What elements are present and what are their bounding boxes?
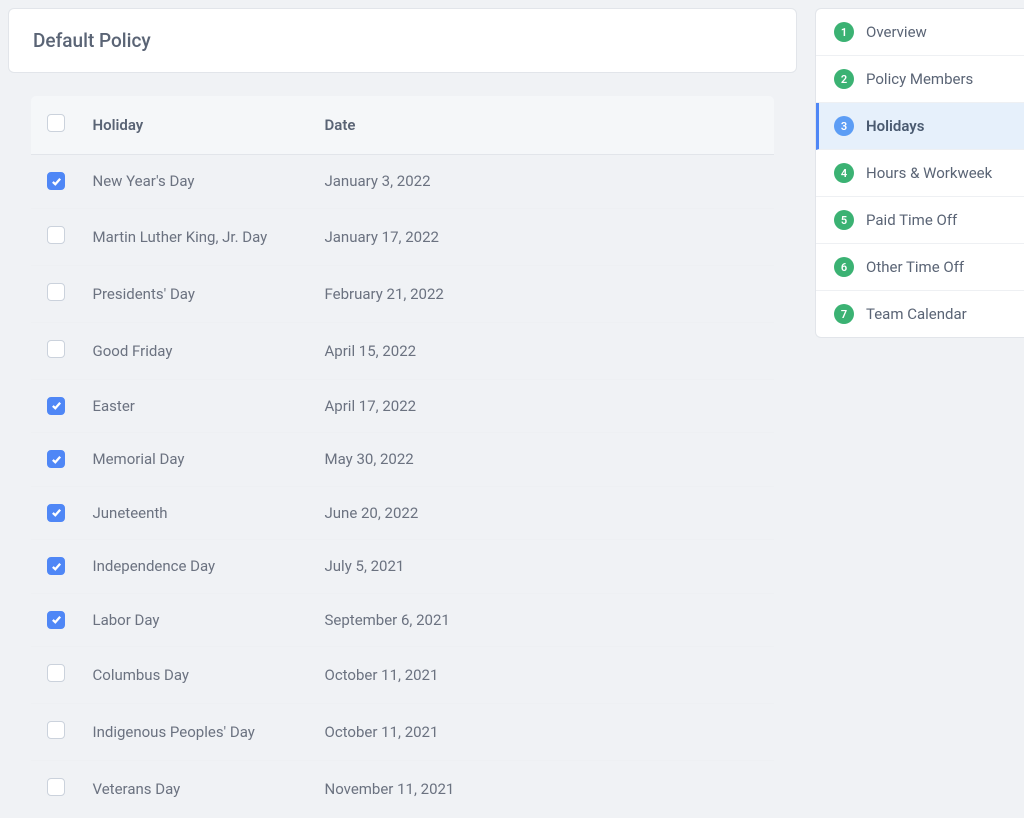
row-holiday-name: Columbus Day	[77, 647, 309, 704]
main-content: Default Policy Holiday Date New Year's	[0, 0, 805, 785]
holidays-table: Holiday Date New Year's DayJanuary 3, 20…	[30, 95, 775, 818]
row-checkbox[interactable]	[47, 611, 65, 629]
policy-title: Default Policy	[33, 29, 772, 52]
row-checkbox-cell	[31, 379, 77, 433]
policy-title-card: Default Policy	[8, 8, 797, 73]
row-holiday-date: September 6, 2021	[309, 593, 775, 647]
row-holiday-name: Independence Day	[77, 540, 309, 594]
nav-badge: 1	[834, 22, 854, 42]
row-holiday-date: April 17, 2022	[309, 379, 775, 433]
row-checkbox[interactable]	[47, 172, 65, 190]
table-row: Independence DayJuly 5, 2021	[31, 540, 775, 594]
row-holiday-name: Good Friday	[77, 322, 309, 379]
header-date: Date	[309, 96, 775, 155]
table-row: JuneteenthJune 20, 2022	[31, 486, 775, 540]
row-checkbox-cell	[31, 593, 77, 647]
row-holiday-date: June 20, 2022	[309, 486, 775, 540]
nav-item-other-time-off[interactable]: 6 Other Time Off	[816, 244, 1024, 291]
row-checkbox-cell	[31, 265, 77, 322]
row-holiday-date: October 11, 2021	[309, 647, 775, 704]
row-checkbox[interactable]	[47, 778, 65, 796]
row-checkbox[interactable]	[47, 450, 65, 468]
row-checkbox[interactable]	[47, 721, 65, 739]
nav-label: Overview	[866, 23, 927, 41]
row-holiday-date: May 30, 2022	[309, 433, 775, 487]
table-row: Columbus DayOctober 11, 2021	[31, 647, 775, 704]
nav-badge: 6	[834, 257, 854, 277]
table-row: Martin Luther King, Jr. DayJanuary 17, 2…	[31, 208, 775, 265]
nav-label: Hours & Workweek	[866, 164, 992, 182]
nav-item-holidays[interactable]: 3 Holidays	[816, 103, 1024, 150]
holidays-table-wrap: Holiday Date New Year's DayJanuary 3, 20…	[30, 95, 775, 818]
row-holiday-date: January 3, 2022	[309, 155, 775, 209]
nav-badge: 7	[834, 304, 854, 324]
row-checkbox[interactable]	[47, 340, 65, 358]
nav-badge: 3	[834, 116, 854, 136]
row-checkbox-cell	[31, 433, 77, 487]
nav-item-paid-time-off[interactable]: 5 Paid Time Off	[816, 197, 1024, 244]
row-checkbox[interactable]	[47, 397, 65, 415]
nav-item-overview[interactable]: 1 Overview	[816, 9, 1024, 56]
row-holiday-date: January 17, 2022	[309, 208, 775, 265]
row-holiday-name: Easter	[77, 379, 309, 433]
table-row: Memorial DayMay 30, 2022	[31, 433, 775, 487]
sidebar: 1 Overview 2 Policy Members 3 Holidays 4 Hours …	[805, 0, 1024, 785]
row-holiday-date: October 11, 2021	[309, 704, 775, 761]
row-checkbox-cell	[31, 761, 77, 818]
table-row: Presidents' DayFebruary 21, 2022	[31, 265, 775, 322]
row-holiday-name: Presidents' Day	[77, 265, 309, 322]
row-checkbox-cell	[31, 208, 77, 265]
row-checkbox[interactable]	[47, 504, 65, 522]
row-holiday-name: Juneteenth	[77, 486, 309, 540]
row-holiday-name: Veterans Day	[77, 761, 309, 818]
nav-badge: 4	[834, 163, 854, 183]
nav-label: Team Calendar	[866, 305, 967, 323]
row-checkbox-cell	[31, 155, 77, 209]
header-checkbox-cell	[31, 96, 77, 155]
nav-item-policy-members[interactable]: 2 Policy Members	[816, 56, 1024, 103]
row-holiday-name: New Year's Day	[77, 155, 309, 209]
row-checkbox-cell	[31, 486, 77, 540]
row-holiday-date: July 5, 2021	[309, 540, 775, 594]
table-row: EasterApril 17, 2022	[31, 379, 775, 433]
row-checkbox-cell	[31, 647, 77, 704]
nav-label: Paid Time Off	[866, 211, 957, 229]
nav-label: Holidays	[866, 117, 924, 135]
header-holiday: Holiday	[77, 96, 309, 155]
select-all-checkbox[interactable]	[47, 114, 65, 132]
row-checkbox[interactable]	[47, 283, 65, 301]
row-holiday-date: April 15, 2022	[309, 322, 775, 379]
table-row: Veterans DayNovember 11, 2021	[31, 761, 775, 818]
row-checkbox-cell	[31, 540, 77, 594]
nav-badge: 5	[834, 210, 854, 230]
nav-card: 1 Overview 2 Policy Members 3 Holidays 4 Hours …	[815, 8, 1024, 338]
table-row: New Year's DayJanuary 3, 2022	[31, 155, 775, 209]
row-checkbox-cell	[31, 704, 77, 761]
row-checkbox[interactable]	[47, 664, 65, 682]
table-row: Indigenous Peoples' DayOctober 11, 2021	[31, 704, 775, 761]
row-checkbox[interactable]	[47, 226, 65, 244]
nav-label: Policy Members	[866, 70, 973, 88]
row-holiday-name: Indigenous Peoples' Day	[77, 704, 309, 761]
nav-badge: 2	[834, 69, 854, 89]
row-checkbox-cell	[31, 322, 77, 379]
table-row: Good FridayApril 15, 2022	[31, 322, 775, 379]
row-holiday-date: February 21, 2022	[309, 265, 775, 322]
table-row: Labor DaySeptember 6, 2021	[31, 593, 775, 647]
nav-item-team-calendar[interactable]: 7 Team Calendar	[816, 291, 1024, 337]
row-checkbox[interactable]	[47, 557, 65, 575]
nav-item-hours-workweek[interactable]: 4 Hours & Workweek	[816, 150, 1024, 197]
row-holiday-name: Labor Day	[77, 593, 309, 647]
row-holiday-name: Martin Luther King, Jr. Day	[77, 208, 309, 265]
nav-label: Other Time Off	[866, 258, 964, 276]
row-holiday-name: Memorial Day	[77, 433, 309, 487]
row-holiday-date: November 11, 2021	[309, 761, 775, 818]
